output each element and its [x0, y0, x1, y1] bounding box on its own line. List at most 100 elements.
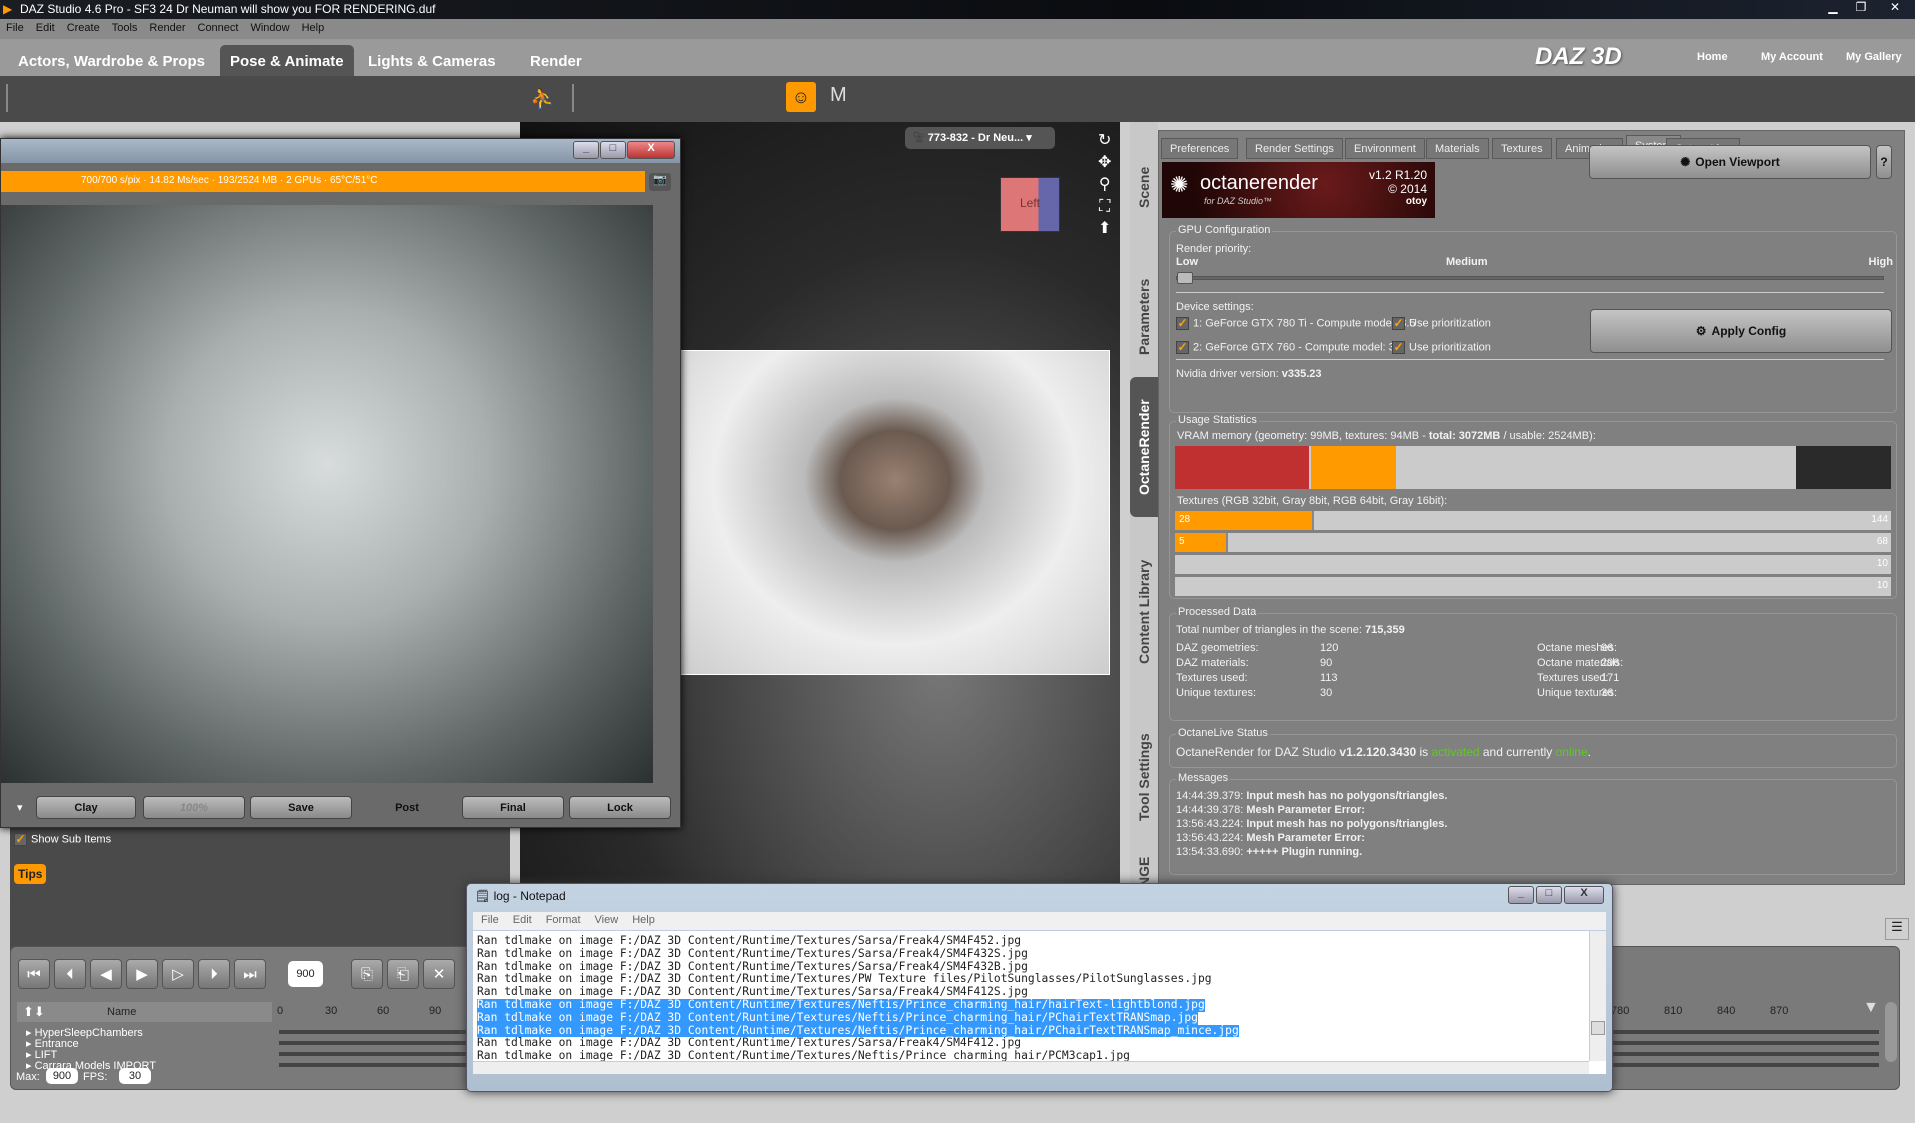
octane-tab-preferences[interactable]: Preferences: [1161, 138, 1239, 159]
side-tab-tool-settings[interactable]: Tool Settings: [1130, 702, 1158, 852]
device-2-checkbox[interactable]: ✓ 2: GeForce GTX 760 - Compute model: 3.0: [1176, 341, 1404, 354]
zoom-icon[interactable]: ⚲: [1098, 174, 1111, 196]
menu-edit[interactable]: Edit: [36, 22, 55, 36]
render-region-frame[interactable]: [680, 350, 1110, 675]
previous-frame-button[interactable]: ◀: [90, 959, 122, 989]
notepad-menu-file[interactable]: File: [481, 914, 499, 928]
previous-key-button[interactable]: ⏴: [54, 959, 86, 989]
tab-lights-cameras[interactable]: Lights & Cameras: [358, 45, 506, 76]
go-to-start-button[interactable]: ⏮: [18, 959, 50, 989]
menu-tools[interactable]: Tools: [112, 22, 138, 36]
apply-config-button[interactable]: ⚙ Apply Config: [1590, 309, 1892, 353]
next-key-button[interactable]: ⏵: [198, 959, 230, 989]
paste-key-button[interactable]: ⎗: [387, 959, 419, 989]
log-line[interactable]: Ran tdlmake on image F:/DAZ 3D Content/R…: [477, 1011, 1606, 1025]
options-dropdown-icon[interactable]: ▾: [17, 801, 23, 814]
priority-high-label: High: [1868, 256, 1893, 268]
menu-connect[interactable]: Connect: [198, 22, 239, 36]
notepad-horizontal-scrollbar[interactable]: [473, 1061, 1589, 1074]
minimize-button[interactable]: ▁: [1819, 0, 1847, 14]
menu-help[interactable]: Help: [302, 22, 325, 36]
pan-icon[interactable]: ✥: [1098, 152, 1111, 174]
log-line[interactable]: Ran tdlmake on image F:/DAZ 3D Content/R…: [477, 998, 1606, 1012]
zoom-dropdown[interactable]: 100%: [143, 796, 245, 819]
playhead-marker[interactable]: ▼: [1863, 999, 1879, 1017]
close-button[interactable]: ✕: [1875, 0, 1915, 14]
menu-file[interactable]: File: [6, 22, 24, 36]
message-item: 13:54:33.690: +++++ Plugin running.: [1176, 845, 1447, 859]
close-button[interactable]: X: [1564, 886, 1604, 904]
help-button[interactable]: ?: [1876, 145, 1892, 179]
reset-icon[interactable]: ⬆: [1098, 218, 1111, 240]
lock-button[interactable]: Lock: [569, 796, 671, 819]
main-tabs: Actors, Wardrobe & Props Pose & Animate …: [0, 39, 1915, 76]
octane-tab-textures[interactable]: Textures: [1492, 138, 1552, 159]
delete-key-button[interactable]: ✕: [423, 959, 455, 989]
snapshot-camera-icon[interactable]: 📷: [649, 173, 671, 191]
render-window-titlebar[interactable]: _ □ X: [1, 139, 680, 163]
tab-pose-animate[interactable]: Pose & Animate: [220, 45, 354, 76]
side-tab-content-library[interactable]: Content Library: [1130, 522, 1158, 702]
render-priority-slider[interactable]: [1176, 272, 1884, 284]
next-frame-button[interactable]: ▷: [162, 959, 194, 989]
maximize-button[interactable]: ❐: [1847, 0, 1875, 14]
notepad-text-area[interactable]: Ran tdlmake on image F:/DAZ 3D Content/R…: [473, 931, 1606, 1074]
link-my-account[interactable]: My Account: [1761, 51, 1823, 63]
sort-arrows-icon[interactable]: ⬆⬇: [23, 1004, 45, 1020]
minimize-button[interactable]: _: [1508, 886, 1534, 904]
play-button[interactable]: ▶: [126, 959, 158, 989]
notepad-menu-format[interactable]: Format: [546, 914, 581, 928]
minimize-button[interactable]: _: [573, 141, 599, 159]
side-tab-scene[interactable]: Scene: [1130, 142, 1158, 232]
show-sub-items-checkbox[interactable]: ✓ Show Sub Items: [14, 828, 148, 852]
notepad-menu-view[interactable]: View: [595, 914, 619, 928]
max-label: Max:: [16, 1071, 40, 1083]
copy-key-button[interactable]: ⎘: [351, 959, 383, 989]
device-1-checkbox[interactable]: ✓ 1: GeForce GTX 780 Ti - Compute model: …: [1176, 317, 1416, 330]
device-2-prioritization-checkbox[interactable]: ✓ Use prioritization: [1392, 341, 1491, 354]
link-home[interactable]: Home: [1697, 51, 1728, 63]
final-button[interactable]: Final: [462, 796, 564, 819]
go-to-end-button[interactable]: ⏭: [234, 959, 266, 989]
joint-editor-icon[interactable]: M: [830, 84, 847, 107]
post-button[interactable]: Post: [357, 796, 457, 819]
tick-label: 0: [277, 1005, 284, 1017]
frame-icon[interactable]: ⛶: [1098, 196, 1111, 218]
tab-render[interactable]: Render: [520, 45, 592, 76]
menu-render[interactable]: Render: [149, 22, 185, 36]
camera-selector[interactable]: 🎥 773-832 - Dr Neu... ▾: [905, 127, 1055, 149]
notepad-vertical-scrollbar[interactable]: [1589, 931, 1606, 1061]
tips-button[interactable]: Tips: [14, 864, 47, 884]
octane-tab-environment[interactable]: Environment: [1345, 138, 1425, 159]
notepad-menu-edit[interactable]: Edit: [513, 914, 532, 928]
side-tab-octanerender[interactable]: OctaneRender: [1130, 377, 1158, 517]
open-viewport-button[interactable]: ✺ Open Viewport: [1589, 145, 1871, 179]
view-cube[interactable]: Left: [1000, 177, 1060, 232]
side-tab-parameters[interactable]: Parameters: [1130, 252, 1158, 382]
message-time: 13:56:43.224:: [1176, 818, 1244, 830]
maximize-button[interactable]: □: [600, 141, 626, 159]
stat-value: 96: [1601, 642, 1614, 654]
menu-create[interactable]: Create: [67, 22, 100, 36]
active-pose-tool-icon[interactable]: ☺: [786, 82, 816, 112]
octane-tab-materials[interactable]: Materials: [1426, 138, 1489, 159]
pose-figure-icon[interactable]: ⛹: [530, 86, 555, 111]
tab-actors-wardrobe-props[interactable]: Actors, Wardrobe & Props: [8, 45, 215, 76]
octane-version: v1.2 R1.20: [1368, 168, 1427, 182]
timeline-row[interactable]: ▸ Carrara Models IMPORT: [26, 1059, 156, 1072]
timeline-scrollbar[interactable]: [1885, 1002, 1897, 1062]
close-button[interactable]: X: [627, 141, 675, 159]
maximize-button[interactable]: □: [1536, 886, 1562, 904]
menu-window[interactable]: Window: [250, 22, 289, 36]
octane-tab-render-settings[interactable]: Render Settings: [1246, 138, 1343, 159]
panel-menu-icon[interactable]: ☰: [1885, 918, 1909, 940]
clay-button[interactable]: Clay: [36, 796, 136, 819]
link-my-gallery[interactable]: My Gallery: [1846, 51, 1902, 63]
save-button[interactable]: Save: [250, 796, 352, 819]
slider-handle[interactable]: [1177, 272, 1193, 284]
notepad-menu-help[interactable]: Help: [632, 914, 655, 928]
texture-usage-bar: 5 68: [1175, 533, 1891, 554]
device-1-prioritization-checkbox[interactable]: ✓ Use prioritization: [1392, 317, 1491, 330]
orbit-icon[interactable]: ↻: [1098, 130, 1111, 152]
current-frame-field[interactable]: 900: [288, 961, 323, 987]
